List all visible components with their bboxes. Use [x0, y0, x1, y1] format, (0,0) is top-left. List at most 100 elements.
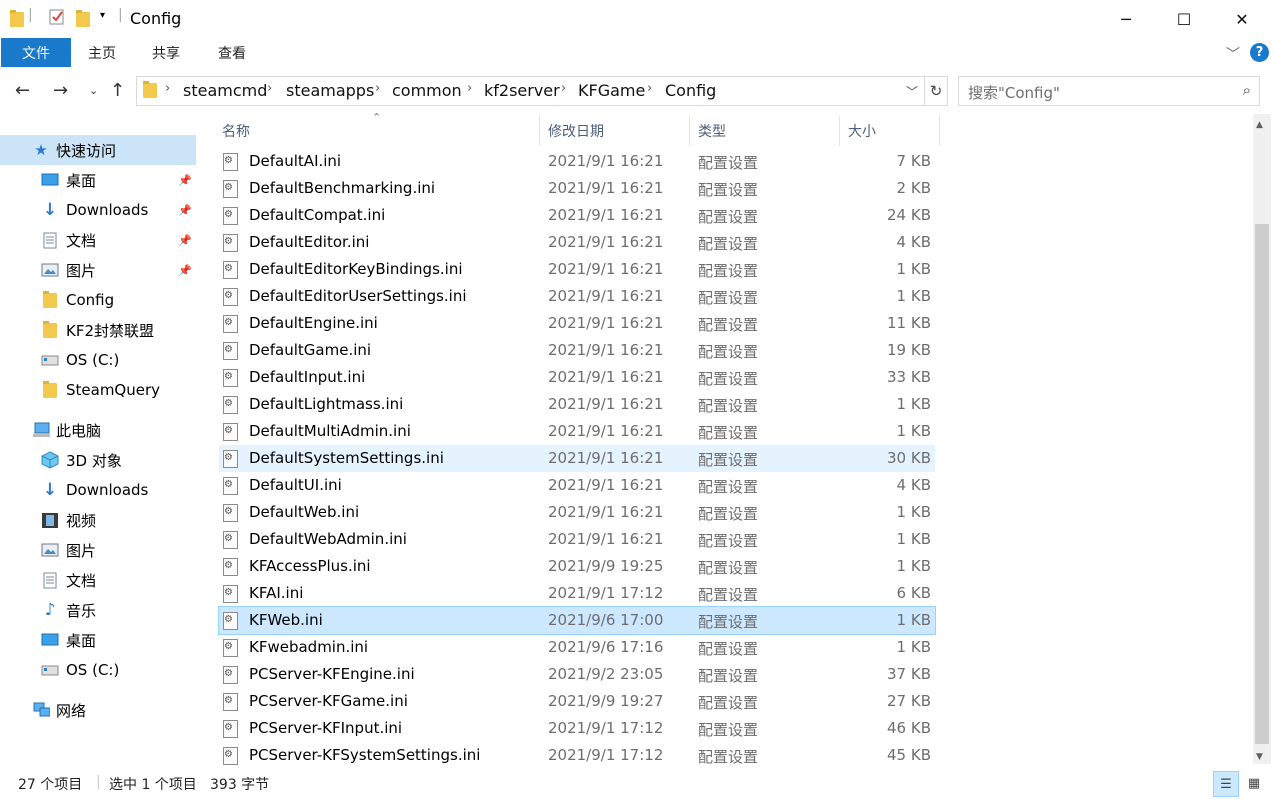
file-row[interactable]: DefaultEditorKeyBindings.ini 2021/9/1 16:…	[219, 256, 935, 283]
breadcrumb-separator-icon[interactable]: ›	[165, 81, 170, 96]
nav-config[interactable]: Config	[0, 285, 196, 315]
maximize-button[interactable]: ☐	[1155, 0, 1213, 38]
search-input[interactable]: 搜索"Config" ⌕	[958, 76, 1260, 106]
column-header-name[interactable]: 名称	[222, 121, 250, 141]
scroll-down-arrow-icon[interactable]: ▼	[1256, 752, 1263, 762]
tab-home[interactable]: 主页	[88, 38, 116, 67]
nav-documents[interactable]: 文档	[0, 565, 196, 595]
config-file-icon	[223, 450, 238, 468]
nav-desktop[interactable]: 桌面	[0, 625, 196, 655]
help-button[interactable]: ?	[1250, 43, 1269, 62]
file-row[interactable]: DefaultBenchmarking.ini 2021/9/1 16:21 配置设…	[219, 175, 935, 202]
file-row[interactable]: DefaultAI.ini 2021/9/1 16:21 配置设置 7 KB	[219, 148, 935, 175]
column-divider[interactable]	[539, 116, 540, 146]
file-row[interactable]: DefaultSystemSettings.ini 2021/9/1 16:21 配…	[219, 445, 935, 472]
close-icon: ✕	[1235, 9, 1249, 29]
pin-icon[interactable]: 📌	[178, 264, 192, 277]
breadcrumb-config[interactable]: Config	[665, 81, 716, 100]
breadcrumb-separator-icon[interactable]: ›	[267, 81, 272, 96]
forward-arrow-icon[interactable]: →	[53, 80, 68, 101]
file-row[interactable]: DefaultEngine.ini 2021/9/1 16:21 配置设置 11 KB	[219, 310, 935, 337]
file-size: 1 KB	[896, 260, 931, 278]
new-folder-icon[interactable]	[76, 9, 90, 29]
file-row[interactable]: DefaultCompat.ini 2021/9/1 16:21 配置设置 24 KB	[219, 202, 935, 229]
file-row[interactable]: DefaultMultiAdmin.ini 2021/9/1 16:21 配置设置 1…	[219, 418, 935, 445]
breadcrumb-kfgame[interactable]: KFGame	[578, 81, 645, 100]
column-header-size[interactable]: 大小	[848, 121, 876, 141]
nav-documents[interactable]: 文档 📌	[0, 225, 196, 255]
nav-pictures[interactable]: 图片	[0, 535, 196, 565]
refresh-button[interactable]: ↻	[925, 76, 948, 106]
file-row[interactable]: PCServer-KFGame.ini 2021/9/9 19:27 配置设置 27 …	[219, 688, 935, 715]
file-row[interactable]: PCServer-KFInput.ini 2021/9/1 17:12 配置设置 46…	[219, 715, 935, 742]
nav-label: 音乐	[66, 601, 97, 620]
file-row[interactable]: DefaultGame.ini 2021/9/1 16:21 配置设置 19 KB	[219, 337, 935, 364]
tab-view[interactable]: 查看	[218, 38, 246, 67]
properties-icon[interactable]	[48, 8, 66, 28]
file-row[interactable]: DefaultWebAdmin.ini 2021/9/1 16:21 配置设置 1 K…	[219, 526, 935, 553]
nav-this-pc[interactable]: 此电脑	[0, 415, 196, 445]
nav-desktop[interactable]: 桌面 📌	[0, 165, 196, 195]
file-type: 配置设置	[698, 370, 759, 388]
nav-pictures[interactable]: 图片 📌	[0, 255, 196, 285]
nav-kf2-ban-league[interactable]: KF2封禁联盟	[0, 315, 196, 345]
details-view-button[interactable]: ☰	[1213, 771, 1239, 797]
file-row[interactable]: DefaultEditor.ini 2021/9/1 16:21 配置设置 4 KB	[219, 229, 935, 256]
file-row[interactable]: DefaultUI.ini 2021/9/1 16:21 配置设置 4 KB	[219, 472, 935, 499]
title-bar: | ▾ | Config ─ ☐ ✕	[0, 0, 1274, 38]
minimize-button[interactable]: ─	[1097, 0, 1155, 38]
file-row[interactable]: KFWeb.ini 2021/9/6 17:00 配置设置 1 KB	[218, 606, 936, 635]
nav-network[interactable]: 网络	[0, 695, 196, 725]
file-row[interactable]: PCServer-KFEngine.ini 2021/9/2 23:05 配置设置 3…	[219, 661, 935, 688]
file-row[interactable]: PCServer-KFSystemSettings.ini 2021/9/1 17…	[219, 742, 935, 769]
breadcrumb-common[interactable]: common	[392, 81, 462, 100]
pin-icon[interactable]: 📌	[178, 174, 192, 187]
nav-videos[interactable]: 视频	[0, 505, 196, 535]
tab-file[interactable]: 文件	[1, 38, 71, 67]
file-row[interactable]: DefaultWeb.ini 2021/9/1 16:21 配置设置 1 KB	[219, 499, 935, 526]
nav-3d-objects[interactable]: 3D 对象	[0, 445, 196, 475]
pin-icon[interactable]: 📌	[178, 234, 192, 247]
breadcrumb-separator-icon[interactable]: ›	[647, 81, 652, 96]
customize-toolbar-chevron-icon[interactable]: ▾	[100, 10, 105, 30]
scrollbar-thumb[interactable]	[1255, 224, 1269, 744]
address-bar[interactable]: › steamcmd › steamapps › common › kf2ser…	[136, 76, 925, 106]
nav-os-drive[interactable]: OS (C:)	[0, 345, 196, 375]
scroll-up-arrow-icon[interactable]: ▲	[1256, 120, 1263, 130]
nav-quick-access[interactable]: ★ 快速访问	[0, 135, 196, 165]
breadcrumb-kf2server[interactable]: kf2server	[484, 81, 560, 100]
expand-ribbon-chevron-icon[interactable]: ﹀	[1226, 44, 1240, 64]
file-row[interactable]: KFwebadmin.ini 2021/9/6 17:16 配置设置 1 KB	[219, 634, 935, 661]
large-icons-view-button[interactable]: ▦	[1242, 771, 1266, 795]
tab-share[interactable]: 共享	[152, 38, 180, 67]
close-button[interactable]: ✕	[1213, 0, 1271, 38]
recent-locations-chevron-icon[interactable]: ⌄	[89, 84, 98, 97]
file-row[interactable]: DefaultLightmass.ini 2021/9/1 16:21 配置设置 1 …	[219, 391, 935, 418]
nav-steamquery[interactable]: SteamQuery	[0, 375, 196, 405]
file-row[interactable]: KFAccessPlus.ini 2021/9/9 19:25 配置设置 1 KB	[219, 553, 935, 580]
nav-downloads[interactable]: ↓ Downloads 📌	[0, 195, 196, 225]
back-arrow-icon[interactable]: ←	[15, 80, 30, 101]
column-header-type[interactable]: 类型	[698, 121, 726, 141]
file-name: PCServer-KFGame.ini	[249, 692, 408, 710]
column-header-date-modified[interactable]: 修改日期	[548, 121, 604, 141]
column-divider[interactable]	[939, 116, 940, 146]
vertical-scrollbar[interactable]: ▲ ▼	[1253, 114, 1271, 764]
nav-downloads[interactable]: ↓ Downloads	[0, 475, 196, 505]
address-history-chevron-icon[interactable]: ﹀	[906, 83, 918, 100]
up-arrow-icon[interactable]: ↑	[110, 80, 125, 101]
column-divider[interactable]	[689, 116, 690, 146]
breadcrumb-steamcmd[interactable]: steamcmd	[183, 81, 267, 100]
file-row[interactable]: KFAI.ini 2021/9/1 17:12 配置设置 6 KB	[219, 580, 935, 607]
breadcrumb-steamapps[interactable]: steamapps	[286, 81, 374, 100]
column-divider[interactable]	[839, 116, 840, 146]
file-row[interactable]: DefaultEditorUserSettings.ini 2021/9/1 16…	[219, 283, 935, 310]
breadcrumb-separator-icon[interactable]: ›	[375, 81, 380, 96]
breadcrumb-separator-icon[interactable]: ›	[467, 81, 472, 96]
file-row[interactable]: DefaultInput.ini 2021/9/1 16:21 配置设置 33 KB	[219, 364, 935, 391]
navigation-pane: ★ 快速访问 桌面 📌 ↓ Downloads 📌 文档 📌 图片 📌 Conf…	[0, 114, 199, 764]
nav-os-drive[interactable]: OS (C:)	[0, 655, 196, 685]
pin-icon[interactable]: 📌	[178, 204, 192, 217]
nav-music[interactable]: ♪ 音乐	[0, 595, 196, 625]
breadcrumb-separator-icon[interactable]: ›	[561, 81, 566, 96]
